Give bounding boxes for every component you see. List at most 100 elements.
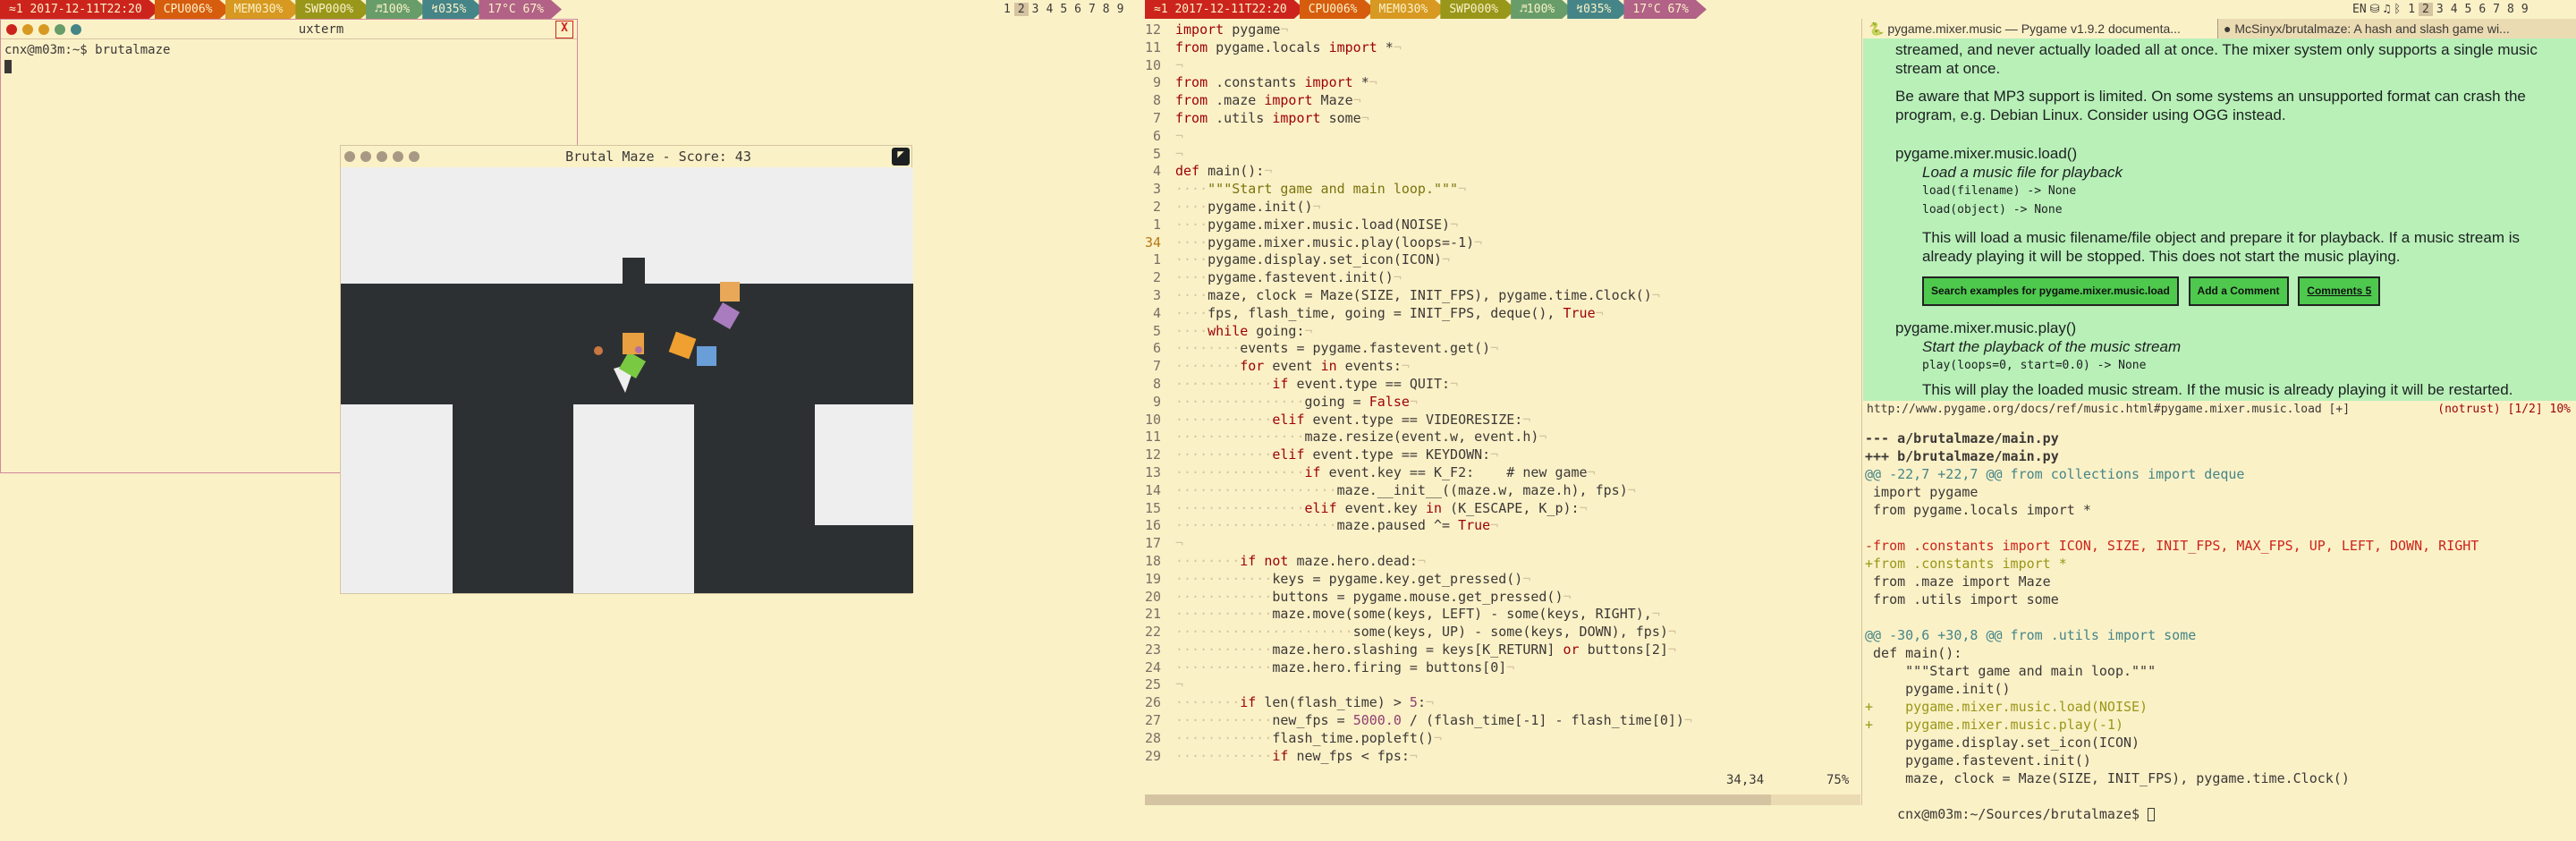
code-line[interactable]: 22 ······················some(keys, UP) -… <box>1145 624 1861 641</box>
game-canvas[interactable] <box>341 167 913 593</box>
code-line[interactable]: 4 ····fps, flash_time, going = INIT_FPS, … <box>1145 305 1861 323</box>
browser-window[interactable]: 🐍 pygame.mixer.music — Pygame v1.9.2 doc… <box>1863 19 2576 419</box>
workspace-5[interactable]: 5 <box>2462 3 2476 16</box>
workspace-8[interactable]: 8 <box>2504 3 2518 16</box>
workspace-2[interactable]: 2 <box>1013 3 1029 16</box>
sticky-icon[interactable] <box>55 23 65 35</box>
code-line[interactable]: 24 ············maze.hero.firing = buttons… <box>1145 659 1861 677</box>
code-line[interactable]: 1 ····pygame.display.set_icon(ICON)¬ <box>1145 251 1861 269</box>
bluetooth-icon: ᛒ <box>2394 3 2402 16</box>
code-line[interactable]: 12 import pygame¬ <box>1145 21 1861 39</box>
shade-icon[interactable] <box>71 23 81 35</box>
code-line[interactable]: 26 ········if len(flash_time) > 5:¬ <box>1145 694 1861 712</box>
code-line[interactable]: 8 ············if event.type == QUIT:¬ <box>1145 376 1861 394</box>
workspace-3[interactable]: 3 <box>2433 3 2447 16</box>
game-window[interactable]: Brutal Maze - Score: 43 ◤ <box>340 145 913 594</box>
line-number: 17 <box>1145 535 1162 552</box>
workspace-9[interactable]: 9 <box>1114 3 1128 16</box>
terminal-output[interactable]: cnx@m03m:~$ brutalmaze <box>1 39 577 77</box>
workspace-7[interactable]: 7 <box>2489 3 2504 16</box>
close-icon[interactable] <box>6 23 17 35</box>
workspace-7[interactable]: 7 <box>1085 3 1099 16</box>
code-line[interactable]: 6 ········events = pygame.fastevent.get()… <box>1145 340 1861 358</box>
code-line[interactable]: 29 ············if new_fps < fps:¬ <box>1145 748 1861 766</box>
function-name[interactable]: pygame.mixer.music.load() <box>1895 144 2567 163</box>
close-icon[interactable] <box>344 151 355 162</box>
workspace-1[interactable]: 1 <box>1000 3 1014 16</box>
add-comment-button[interactable]: Add a Comment <box>2188 276 2289 306</box>
minimize-icon[interactable] <box>360 151 371 162</box>
workspace-5[interactable]: 5 <box>1056 3 1071 16</box>
code-line[interactable]: 10 ············elif event.type == VIDEORE… <box>1145 412 1861 429</box>
code-line[interactable]: 28 ············flash_time.popleft()¬ <box>1145 730 1861 748</box>
workspace-8[interactable]: 8 <box>1099 3 1114 16</box>
workspace-4[interactable]: 4 <box>2447 3 2462 16</box>
doc-content[interactable]: streamed, and never actually loaded all … <box>1863 38 2576 401</box>
code-line[interactable]: 15 ················elif event.key in (K_E… <box>1145 500 1861 518</box>
code-line[interactable]: 10 ¬ <box>1145 57 1861 75</box>
code-text: ················going = False¬ <box>1175 393 1418 410</box>
code-line[interactable]: 6 ¬ <box>1145 128 1861 146</box>
code-line[interactable]: 9 ················going = False¬ <box>1145 394 1861 412</box>
workspace-1[interactable]: 1 <box>2404 3 2419 16</box>
code-line[interactable]: 18 ········if not maze.hero.dead:¬ <box>1145 553 1861 571</box>
line-number: 18 <box>1145 552 1162 569</box>
code-line[interactable]: 7 from .utils import some¬ <box>1145 110 1861 128</box>
code-line[interactable]: 34 ····pygame.mixer.music.play(loops=-1)¬ <box>1145 234 1861 252</box>
shade-icon[interactable] <box>409 151 419 162</box>
line-number: 12 <box>1145 21 1162 38</box>
horizontal-scrollbar[interactable] <box>1145 794 1860 805</box>
code-editor[interactable]: 12 import pygame¬ 11 from pygame.locals imp… <box>1145 19 1862 805</box>
workspace-9[interactable]: 9 <box>2518 3 2532 16</box>
code-line[interactable]: 14 ····················maze.__init__((maz… <box>1145 482 1861 500</box>
code-line[interactable]: 12 ············elif event.type == KEYDOWN… <box>1145 446 1861 464</box>
tab-github[interactable]: ● McSinyx/brutalmaze: A hash and slash g… <box>2218 19 2576 38</box>
workspace-4[interactable]: 4 <box>1042 3 1056 16</box>
workspace-6[interactable]: 6 <box>1071 3 1085 16</box>
uxterm-titlebar[interactable]: uxterm X <box>1 20 577 39</box>
code-line[interactable]: 27 ············new_fps = 5000.0 / (flash_… <box>1145 712 1861 730</box>
code-line[interactable]: 23 ············maze.hero.slashing = keys[… <box>1145 641 1861 659</box>
code-line[interactable]: 16 ····················maze.paused ^= Tru… <box>1145 517 1861 535</box>
code-line[interactable]: 13 ················if event.key == K_F2: … <box>1145 464 1861 482</box>
workspace-switcher-right[interactable]: 123456789 <box>2404 3 2531 16</box>
shell-prompt-line[interactable]: cnx@m03m:~/Sources/brutalmaze$ <box>1863 787 2576 841</box>
code-line[interactable]: 20 ············buttons = pygame.mouse.get… <box>1145 589 1861 607</box>
code-line[interactable]: 5 ····while going:¬ <box>1145 323 1861 341</box>
workspace-2[interactable]: 2 <box>2419 3 2433 16</box>
line-number: 28 <box>1145 729 1162 746</box>
code-line[interactable]: 3 ····maze, clock = Maze(SIZE, INIT_FPS),… <box>1145 287 1861 305</box>
function-name[interactable]: pygame.mixer.music.play() <box>1895 319 2567 337</box>
code-line[interactable]: 2 ····pygame.init()¬ <box>1145 199 1861 217</box>
code-line[interactable]: 11 from pygame.locals import *¬ <box>1145 39 1861 57</box>
code-line[interactable]: 3 ····"""Start game and main loop."""¬ <box>1145 181 1861 199</box>
line-number: 8 <box>1145 375 1162 392</box>
game-titlebar[interactable]: Brutal Maze - Score: 43 ◤ <box>341 146 911 167</box>
keyboard-layout[interactable]: EN <box>2352 3 2367 16</box>
code-line[interactable]: 2 ····pygame.fastevent.init()¬ <box>1145 269 1861 287</box>
code-line[interactable]: 8 from .maze import Maze¬ <box>1145 92 1861 110</box>
url-display[interactable]: http://www.pygame.org/docs/ref/music.htm… <box>1867 403 2350 416</box>
code-line[interactable]: 4 def main():¬ <box>1145 163 1861 181</box>
maximize-icon[interactable] <box>38 23 49 35</box>
code-line[interactable]: 1 ····pygame.mixer.music.load(NOISE)¬ <box>1145 217 1861 234</box>
diff-terminal[interactable]: --- a/brutalmaze/main.py +++ b/brutalmaze… <box>1863 429 2576 822</box>
search-examples-button[interactable]: Search examples for pygame.mixer.music.l… <box>1922 276 2179 306</box>
tab-pygame-docs[interactable]: 🐍 pygame.mixer.music — Pygame v1.9.2 doc… <box>1863 19 2218 38</box>
code-line[interactable]: 21 ············maze.move(some(keys, LEFT)… <box>1145 606 1861 624</box>
code-line[interactable]: 5 ¬ <box>1145 146 1861 164</box>
maximize-icon[interactable] <box>377 151 387 162</box>
workspace-6[interactable]: 6 <box>2475 3 2489 16</box>
code-line[interactable]: 9 from .constants import *¬ <box>1145 74 1861 92</box>
code-line[interactable]: 17 ¬ <box>1145 535 1861 553</box>
workspace-switcher-left[interactable]: 123456789 <box>1000 3 1127 16</box>
sticky-icon[interactable] <box>393 151 403 162</box>
code-text: ················if event.key == K_F2: # … <box>1175 463 1596 480</box>
workspace-3[interactable]: 3 <box>1029 3 1043 16</box>
comments-button[interactable]: Comments 5 <box>2298 276 2381 306</box>
code-line[interactable]: 25 ¬ <box>1145 676 1861 694</box>
minimize-icon[interactable] <box>22 23 33 35</box>
code-line[interactable]: 7 ········for event in events:¬ <box>1145 358 1861 376</box>
code-line[interactable]: 19 ············keys = pygame.key.get_pres… <box>1145 571 1861 589</box>
code-line[interactable]: 11 ················maze.resize(event.w, e… <box>1145 429 1861 446</box>
